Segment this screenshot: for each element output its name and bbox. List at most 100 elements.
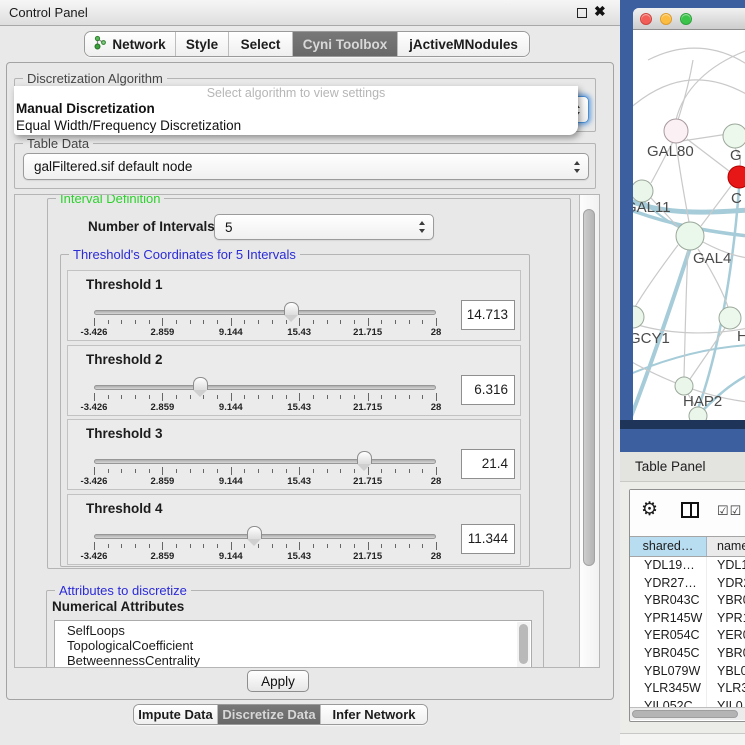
tick-mark — [176, 469, 177, 473]
network-edge[interactable] — [676, 50, 745, 120]
gear-icon[interactable]: ⚙ — [641, 498, 658, 521]
tick-mark — [162, 318, 163, 326]
scale-tick-label: 15.43 — [287, 476, 311, 487]
select-columns-icons[interactable]: ☑☑ — [717, 503, 742, 519]
table-toolbar: ⚙ ☑☑ — [630, 490, 745, 536]
tab-label: Infer Network — [332, 707, 415, 722]
tick-mark — [231, 318, 232, 326]
tick-mark — [313, 320, 314, 324]
node-label-g: G — [730, 147, 742, 164]
table-row[interactable]: YLR345WYLR3 — [630, 680, 745, 698]
thresholds-group: Threshold's Coordinates for 5 Intervals … — [60, 254, 530, 567]
tick-mark — [327, 469, 328, 473]
attribute-list-item[interactable]: BetweennessCentrality — [67, 654, 531, 668]
table-row[interactable]: YDL19…YDL1 — [630, 557, 745, 575]
tick-mark — [94, 542, 95, 550]
table-horizontal-scrollbar-thumb[interactable] — [632, 710, 738, 718]
tab-cyni-toolbox[interactable]: Cyni Toolbox — [293, 32, 398, 56]
scale-tick-label: 21.715 — [353, 402, 382, 413]
table-header-name[interactable]: name — [707, 537, 745, 556]
dropdown-option-manual[interactable]: Manual Discretization — [14, 100, 578, 117]
table-row[interactable]: YBR045CYBR0 — [630, 645, 745, 663]
interval-definition-label: Interval Definition — [56, 194, 164, 206]
attributes-list-scrollbar[interactable] — [517, 622, 530, 668]
network-node-g[interactable] — [723, 124, 745, 148]
network-node-gal80[interactable] — [664, 119, 688, 143]
threshold-label: Threshold 4 — [86, 501, 163, 516]
tick-mark — [313, 544, 314, 548]
threshold-value-field[interactable]: 21.4 — [461, 449, 515, 479]
node-table-card: ⚙ ☑☑ shared… name YDL19…YDL1YDR27…YDR2YB… — [629, 489, 745, 722]
slider-track[interactable] — [94, 534, 436, 539]
tick-mark — [272, 544, 273, 548]
attribute-list-item[interactable]: SelfLoops — [67, 624, 531, 639]
slider-track[interactable] — [94, 459, 436, 464]
tab-jactivemnodules[interactable]: jActiveMNodules — [398, 32, 529, 56]
close-icon[interactable]: ✖ — [594, 3, 606, 20]
zoom-traffic-light-icon[interactable] — [680, 13, 692, 25]
network-edge[interactable] — [633, 80, 745, 110]
tick-mark — [203, 320, 204, 324]
settings-scrollbar[interactable] — [579, 195, 600, 668]
network-edge[interactable] — [648, 48, 745, 65]
tick-mark — [258, 320, 259, 324]
table-header-shared-name[interactable]: shared… — [630, 537, 707, 556]
tick-mark — [354, 544, 355, 548]
tick-mark — [368, 318, 369, 326]
threshold-label: Threshold 1 — [86, 277, 163, 292]
close-traffic-light-icon[interactable] — [640, 13, 652, 25]
network-edge[interactable] — [701, 186, 731, 226]
dropdown-option-equal-width[interactable]: Equal Width/Frequency Discretization — [14, 117, 578, 134]
slider-ticks — [94, 467, 436, 475]
threshold-value-field[interactable]: 14.713 — [461, 300, 515, 330]
tab-style[interactable]: Style — [176, 32, 229, 56]
float-icon[interactable] — [577, 8, 587, 18]
table-row[interactable]: YIL052CYIL0 — [630, 698, 745, 707]
network-node-gcy1[interactable] — [633, 306, 644, 328]
table-row[interactable]: YBR043CYBR0 — [630, 592, 745, 610]
tab-discretize-data[interactable]: Discretize Data — [218, 705, 321, 724]
network-node-gal4[interactable] — [676, 222, 704, 250]
tab-impute-data[interactable]: Impute Data — [134, 705, 218, 724]
table-data-combo[interactable]: galFiltered.sif default node — [23, 153, 589, 180]
attribute-list-item[interactable]: TopologicalCoefficient — [67, 639, 531, 654]
slider-ticks — [94, 393, 436, 401]
network-canvas[interactable]: GAL80GCGAL11GAL4GCY1HHAP2 — [633, 30, 745, 420]
slider-track[interactable] — [94, 385, 436, 390]
tab-select[interactable]: Select — [229, 32, 293, 56]
tick-mark — [217, 544, 218, 548]
table-horizontal-scrollbar[interactable] — [630, 707, 745, 720]
network-node-c[interactable] — [728, 166, 745, 188]
network-node-h[interactable] — [719, 307, 741, 329]
threshold-row-2: Threshold 2-3.4262.8599.14415.4321.71528… — [67, 345, 521, 416]
tick-mark — [94, 467, 95, 475]
slider-track[interactable] — [94, 310, 436, 315]
tick-mark — [217, 320, 218, 324]
scale-tick-label: 28 — [431, 402, 442, 413]
tick-mark — [244, 395, 245, 399]
tab-network[interactable]: Network — [85, 32, 176, 56]
tick-mark — [299, 393, 300, 401]
tick-mark — [121, 469, 122, 473]
tick-mark — [244, 320, 245, 324]
columns-icon[interactable] — [681, 502, 699, 518]
tick-mark — [149, 320, 150, 324]
number-of-intervals-value: 5 — [225, 215, 233, 241]
threshold-value-field[interactable]: 6.316 — [461, 375, 515, 405]
tick-mark — [108, 469, 109, 473]
table-panel-titlebar: Table Panel — [620, 452, 745, 482]
tick-mark — [409, 320, 410, 324]
scale-tick-label: 9.144 — [219, 327, 243, 338]
table-row[interactable]: YPR145WYPR1 — [630, 610, 745, 628]
tab-infer-network[interactable]: Infer Network — [321, 705, 427, 724]
table-row[interactable]: YBL079WYBL0 — [630, 663, 745, 681]
tab-label: Select — [241, 37, 281, 52]
number-of-intervals-combo[interactable]: 5 — [214, 214, 434, 240]
apply-button[interactable]: Apply — [247, 670, 309, 692]
threshold-row-3: Threshold 3-3.4262.8599.14415.4321.71528… — [67, 419, 521, 490]
table-row[interactable]: YDR27…YDR2 — [630, 575, 745, 593]
minimize-traffic-light-icon[interactable] — [660, 13, 672, 25]
table-row[interactable]: YER054CYER0 — [630, 627, 745, 645]
settings-scrollbar-thumb[interactable] — [583, 209, 595, 566]
threshold-value-field[interactable]: 11.344 — [461, 524, 515, 554]
